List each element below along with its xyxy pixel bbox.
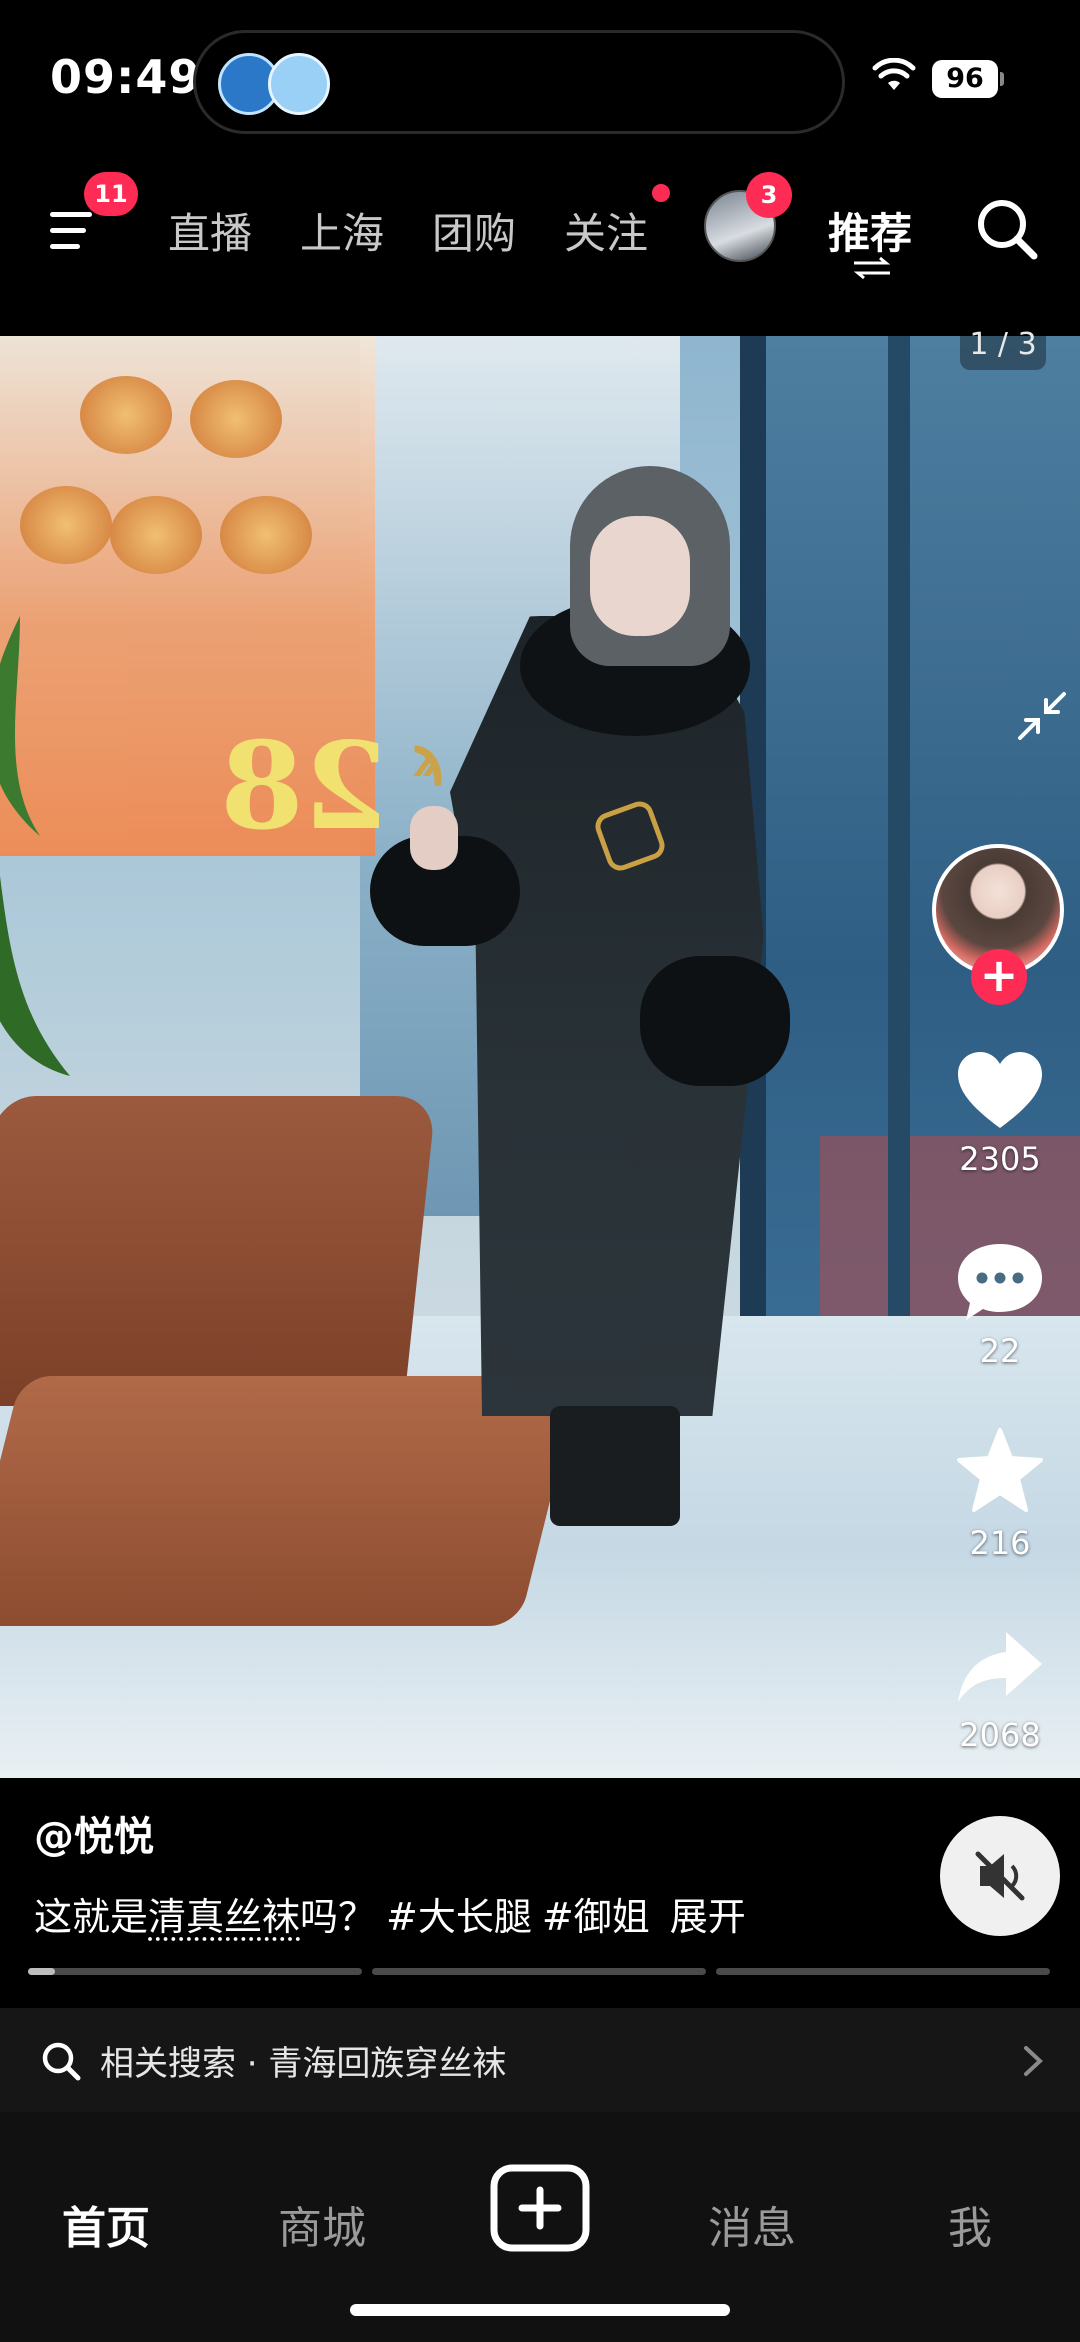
island-activity-avatars [218, 53, 338, 115]
battery-level: 96 [932, 60, 998, 98]
tab-home[interactable]: 首页 [62, 2192, 150, 2256]
dynamic-island[interactable] [193, 30, 845, 134]
poster-food [80, 376, 172, 454]
create-button[interactable] [490, 2164, 590, 2252]
star-icon [957, 1428, 1043, 1512]
progress-fill [28, 1968, 55, 1975]
poster-price: 28 [220, 716, 387, 857]
poster-food [110, 496, 202, 574]
post-image[interactable]: 28 ϡ [0, 336, 1080, 1778]
battery-tip [1000, 72, 1004, 86]
follow-button[interactable]: + [971, 949, 1027, 1005]
progress-segment [372, 1968, 706, 1975]
island-avatar-icon [268, 53, 330, 115]
face [590, 516, 690, 636]
share-button[interactable]: 2068 [940, 1628, 1060, 1754]
share-icon [958, 1632, 1042, 1702]
wifi-icon [872, 58, 916, 90]
avatar-badge: 3 [746, 172, 792, 218]
comment-icon [958, 1244, 1042, 1320]
fur-cuff [640, 956, 790, 1086]
following-dot [652, 184, 670, 202]
poster-food [190, 380, 282, 458]
poster-food [220, 496, 312, 574]
progress-segment [716, 1968, 1050, 1975]
tab-following[interactable]: 关注 [564, 200, 648, 261]
legs [550, 1406, 680, 1526]
comment-button[interactable]: 22 [940, 1240, 1060, 1370]
menu-line [50, 244, 80, 249]
home-indicator [350, 2304, 730, 2316]
top-nav: 11 直播 上海 团购 关注 3 推荐 [0, 160, 1080, 300]
related-search-label: 相关搜索 · 青海回族穿丝袜 [100, 2044, 507, 2084]
like-count: 2305 [959, 1140, 1041, 1178]
app-screen: 09:49 96 11 直播 上海 团购 关注 3 推荐 28 ϡ 1 / 3 … [0, 0, 1080, 2342]
switch-arrows-icon [853, 256, 891, 280]
poster-food [20, 486, 112, 564]
tab-messages[interactable]: 消息 [708, 2192, 796, 2256]
like-button[interactable]: 2305 [940, 1048, 1060, 1178]
search-icon [42, 2042, 81, 2081]
expand-button[interactable]: 展开 [670, 1895, 746, 1939]
heart-icon [958, 1052, 1042, 1128]
favorite-button[interactable]: 216 [940, 1426, 1060, 1562]
spacer [490, 2112, 491, 2113]
tab-mall[interactable]: 商城 [278, 2192, 366, 2256]
menu-line [50, 228, 86, 233]
collapse-icon[interactable] [1014, 688, 1070, 744]
author-name[interactable]: @悦悦 [34, 1804, 154, 1862]
tab-group-buy[interactable]: 团购 [432, 200, 516, 261]
post-caption: 这就是清真丝袜吗？ #大长腿 #御姐 展开 [34, 1886, 746, 1941]
status-time: 09:49 [50, 50, 202, 104]
tab-city[interactable]: 上海 [300, 200, 384, 261]
comment-count: 22 [979, 1332, 1021, 1370]
scene-sofa [0, 1096, 437, 1406]
status-bar: 09:49 96 [0, 0, 1080, 150]
tab-live[interactable]: 直播 [168, 200, 252, 261]
caption-text: 吗？ [300, 1895, 377, 1939]
hand [410, 806, 458, 870]
image-page-indicator: 1 / 3 [960, 320, 1046, 370]
share-count: 2068 [959, 1716, 1041, 1754]
menu-badge: 11 [84, 172, 138, 216]
chevron-right-icon [1024, 2046, 1043, 2076]
tab-me[interactable]: 我 [948, 2192, 992, 2256]
hashtag-link[interactable]: #大长腿 [386, 1895, 532, 1939]
tab-recommend[interactable]: 推荐 [828, 200, 912, 261]
hashtag-link[interactable]: #御姐 [542, 1895, 650, 1939]
caption-keyword-link[interactable]: 清真丝袜 [148, 1895, 300, 1939]
related-search-bar[interactable]: 相关搜索 · 青海回族穿丝袜 [0, 2008, 1080, 2112]
lollipop-shape: ϡ [412, 726, 446, 789]
favorite-count: 216 [969, 1524, 1031, 1562]
search-icon[interactable] [972, 194, 1042, 264]
mute-button[interactable] [940, 1816, 1060, 1936]
caption-text: 这就是 [34, 1895, 149, 1939]
person-figure: ϡ [370, 426, 790, 1526]
progress-segment [28, 1968, 362, 1975]
mute-icon [975, 1851, 1025, 1901]
menu-line [50, 212, 92, 217]
